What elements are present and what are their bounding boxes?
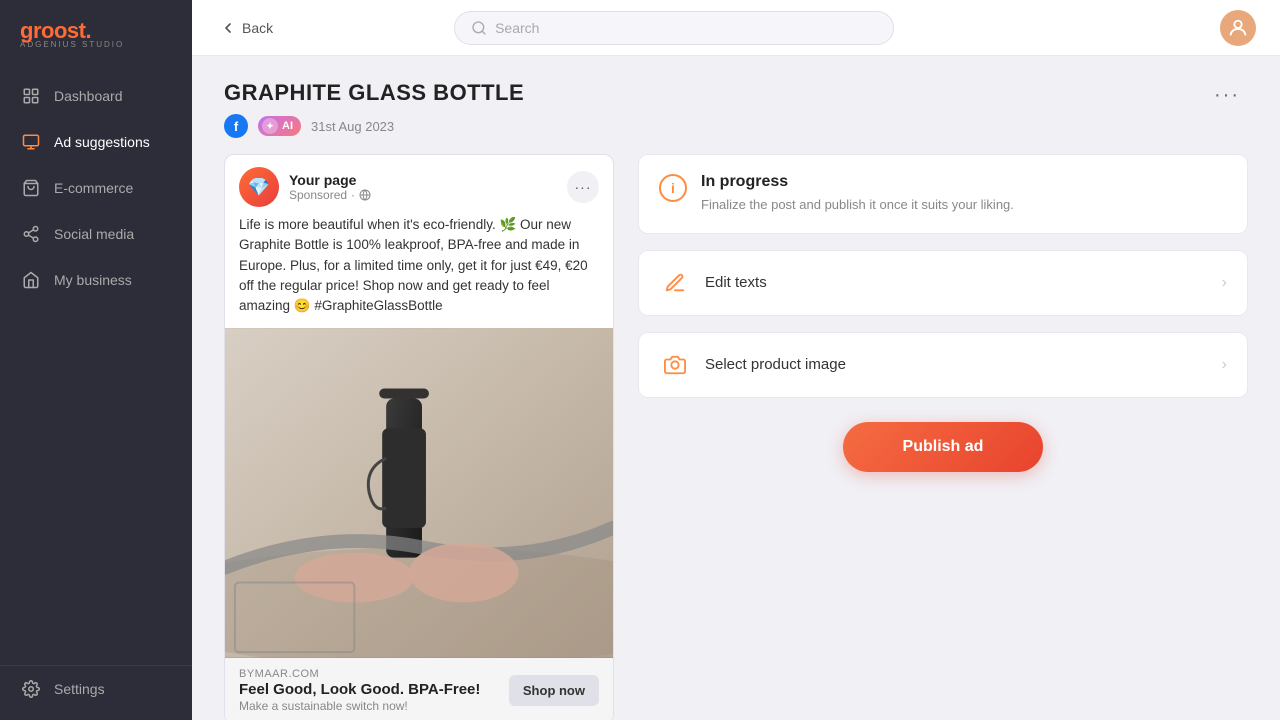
logo: groost. ADGENIUS STUDIO	[0, 0, 192, 65]
sidebar-label-settings: Settings	[54, 681, 105, 697]
sidebar-item-ad-suggestions[interactable]: Ad suggestions	[0, 119, 192, 165]
sidebar-item-e-commerce[interactable]: E-commerce	[0, 165, 192, 211]
select-image-card[interactable]: Select product image ›	[638, 332, 1248, 398]
ad-footer-left: BYMAAR.COM Feel Good, Look Good. BPA-Fre…	[239, 668, 480, 713]
ad-headline: Feel Good, Look Good. BPA-Free!	[239, 681, 480, 698]
sidebar-label-my-business: My business	[54, 272, 132, 288]
search-icon	[471, 20, 487, 36]
ad-image	[225, 328, 613, 658]
header: Back	[192, 0, 1280, 56]
more-options-button[interactable]: ···	[1206, 80, 1248, 111]
content-area: GRAPHITE GLASS BOTTLE f ✦ AI 31st Aug 20…	[192, 56, 1280, 720]
sidebar-label-e-commerce: E-commerce	[54, 180, 133, 196]
status-icon: i	[659, 174, 687, 202]
status-description: Finalize the post and publish it once it…	[701, 195, 1014, 215]
shop-now-button[interactable]: Shop now	[509, 675, 599, 706]
page-date: 31st Aug 2023	[311, 119, 394, 134]
page-title: GRAPHITE GLASS BOTTLE	[224, 80, 524, 106]
status-title: In progress	[701, 173, 1014, 191]
social-media-icon	[20, 223, 42, 245]
back-button[interactable]: Back	[216, 14, 283, 42]
chevron-right-icon-2: ›	[1222, 356, 1227, 374]
ad-domain: BYMAAR.COM	[239, 668, 480, 680]
ad-description: Make a sustainable switch now!	[239, 699, 480, 713]
sidebar-item-settings[interactable]: Settings	[0, 665, 192, 712]
camera-icon	[659, 349, 691, 381]
sidebar: groost. ADGENIUS STUDIO Dashboard	[0, 0, 192, 720]
status-content: In progress Finalize the post and publis…	[701, 173, 1014, 215]
dashboard-icon	[20, 85, 42, 107]
ad-page-name: Your page	[289, 172, 371, 188]
edit-texts-label: Edit texts	[705, 274, 1208, 291]
ad-suggestions-icon	[20, 131, 42, 153]
ad-more-button[interactable]: ···	[567, 171, 599, 203]
edit-texts-card[interactable]: Edit texts ›	[638, 250, 1248, 316]
sidebar-item-my-business[interactable]: My business	[0, 257, 192, 303]
select-image-label: Select product image	[705, 356, 1208, 373]
two-col-layout: 💎 Your page Sponsored ·	[224, 154, 1248, 720]
nav-menu: Dashboard Ad suggestions E-commerce	[0, 65, 192, 720]
back-label: Back	[242, 20, 273, 36]
search-input[interactable]	[495, 20, 877, 36]
ad-preview-header: 💎 Your page Sponsored ·	[225, 155, 613, 215]
ad-body-text: Life is more beautiful when it's eco-fri…	[225, 215, 613, 328]
sidebar-item-social-media[interactable]: Social media	[0, 211, 192, 257]
sidebar-label-social-media: Social media	[54, 226, 134, 242]
avatar	[1220, 10, 1256, 46]
ad-preview-card: 💎 Your page Sponsored ·	[224, 154, 614, 720]
sidebar-label-ad-suggestions: Ad suggestions	[54, 134, 150, 150]
search-bar[interactable]	[454, 11, 894, 45]
sponsored-dot: ·	[351, 188, 355, 202]
ai-badge: ✦ AI	[258, 116, 301, 136]
facebook-badge: f	[224, 114, 248, 138]
e-commerce-icon	[20, 177, 42, 199]
settings-icon	[20, 678, 42, 700]
right-panel: i In progress Finalize the post and publ…	[638, 154, 1248, 472]
status-card: i In progress Finalize the post and publ…	[638, 154, 1248, 234]
ad-footer: BYMAAR.COM Feel Good, Look Good. BPA-Fre…	[225, 658, 613, 720]
main-content: Back GRAPHITE GLASS BOTTLE f	[192, 0, 1280, 720]
logo-sub: ADGENIUS STUDIO	[20, 40, 124, 49]
ad-page-icon: 💎	[239, 167, 279, 207]
ai-badge-icon: ✦	[262, 118, 278, 134]
ad-sponsored: Sponsored ·	[289, 188, 371, 202]
publish-ad-button[interactable]: Publish ad	[843, 422, 1043, 472]
my-business-icon	[20, 269, 42, 291]
pencil-icon	[659, 267, 691, 299]
page-meta: f ✦ AI 31st Aug 2023	[224, 114, 524, 138]
ai-badge-label: AI	[282, 120, 293, 132]
chevron-right-icon: ›	[1222, 274, 1227, 292]
sidebar-item-dashboard[interactable]: Dashboard	[0, 73, 192, 119]
sidebar-label-dashboard: Dashboard	[54, 88, 123, 104]
page-header: GRAPHITE GLASS BOTTLE f ✦ AI 31st Aug 20…	[224, 80, 1248, 138]
globe-icon	[359, 189, 371, 201]
